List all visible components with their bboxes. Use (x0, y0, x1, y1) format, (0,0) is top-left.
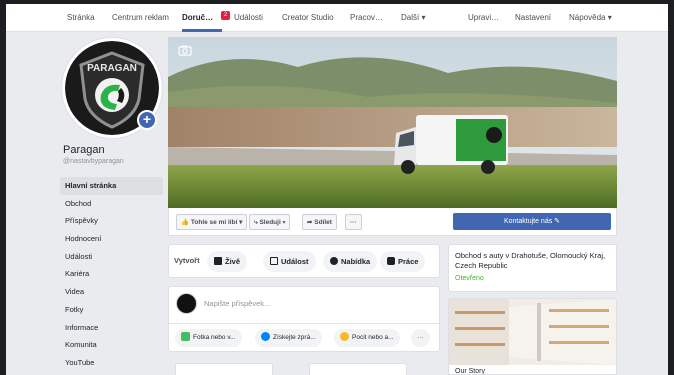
create-job-button[interactable]: Práce (380, 251, 426, 272)
rss-icon: ⤷ (254, 219, 258, 226)
share-icon: ➦ (307, 219, 313, 226)
more-actions-button[interactable]: ··· (345, 214, 362, 230)
create-label: Vytvořt (174, 256, 200, 265)
nav-item-youtube[interactable]: YouTube (60, 354, 163, 372)
messenger-icon (261, 332, 270, 341)
tab-edit[interactable]: Upravi… (468, 4, 499, 32)
get-messages-button[interactable]: Získejte zprá... (255, 329, 322, 347)
open-status: Otevřeno (455, 275, 484, 282)
video-camera-icon (214, 257, 222, 265)
briefcase-icon (387, 257, 395, 265)
nav-item-photos[interactable]: Fotky (60, 301, 163, 319)
contact-us-button[interactable]: Kontaktujte nás ✎ (453, 213, 611, 230)
active-tab-indicator (182, 29, 222, 32)
nav-item-videos[interactable]: Videa (60, 283, 163, 301)
go-live-button[interactable]: Živě (207, 251, 248, 272)
tab-help[interactable]: Nápověda ▾ (569, 4, 612, 32)
calendar-icon (270, 257, 278, 265)
nav-item-shop[interactable]: Obchod (60, 195, 163, 213)
composer-divider (169, 323, 439, 324)
notification-badge: 2 (221, 11, 230, 20)
tag-icon (330, 257, 338, 265)
camera-icon[interactable] (178, 45, 192, 56)
page-title: Paragan (63, 144, 105, 156)
create-bar: Vytvořt Živě Událost Nabídka Práce (168, 244, 440, 278)
tab-events[interactable]: Události (234, 4, 263, 32)
nav-item-home[interactable]: Hlavní stránka (60, 177, 163, 195)
photo-video-button[interactable]: Fotka nebo v... (175, 329, 242, 347)
composer-more-button[interactable]: ··· (411, 329, 430, 347)
page-top-nav: Stránka Centrum reklam Doruč… 2 Události… (6, 4, 668, 32)
follow-button[interactable]: ⤷ Sleduji ▾ (249, 214, 291, 230)
story-image (449, 299, 616, 365)
cover-photo[interactable] (168, 37, 617, 208)
page-username[interactable]: @nastavbyparagan (63, 158, 124, 165)
our-story-card[interactable]: Our Story (448, 298, 617, 375)
nav-item-reviews[interactable]: Hodnocení (60, 230, 163, 248)
create-offer-button[interactable]: Nabídka (323, 251, 378, 272)
like-button[interactable]: 👍 Tohle se mi líbí ▾ (176, 214, 248, 230)
left-navigation: Hlavní stránka Obchod Příspěvky Hodnocen… (60, 177, 163, 372)
tab-settings[interactable]: Nastavení (515, 4, 551, 32)
share-button[interactable]: ➦ Sdílet (302, 214, 337, 230)
nav-item-about[interactable]: Informace (60, 319, 163, 337)
create-event-button[interactable]: Událost (263, 251, 316, 272)
feeling-activity-button[interactable]: Pocit nebo a... (334, 329, 400, 347)
tab-page[interactable]: Stránka (67, 4, 95, 32)
nav-item-posts[interactable]: Příspěvky (60, 212, 163, 230)
tab-jobs[interactable]: Pracov… (350, 4, 383, 32)
post-composer: Napište příspěvek... Fotka nebo v... Zís… (168, 286, 440, 352)
post-input[interactable]: Napište příspěvek... (204, 299, 270, 308)
photo-icon (181, 332, 190, 341)
next-card-stub (309, 363, 407, 375)
window-frame-left (0, 0, 6, 375)
story-title: Our Story (455, 368, 485, 375)
tab-ad-center[interactable]: Centrum reklam (112, 4, 169, 32)
nav-item-community[interactable]: Komunita (60, 336, 163, 354)
tab-inbox[interactable]: Doruč… (182, 4, 213, 32)
logo-wordmark: PARAGAN (87, 63, 137, 74)
add-photo-button[interactable]: + (137, 110, 157, 130)
window-frame-right (668, 0, 674, 375)
nav-item-events[interactable]: Události (60, 248, 163, 266)
business-info-card: Obchod s auty v Drahotuše, Olomoucký Kra… (448, 244, 617, 292)
tab-creator-studio[interactable]: Creator Studio (282, 4, 334, 32)
composer-avatar (176, 293, 197, 314)
next-card-stub (175, 363, 273, 375)
thumbs-up-icon: 👍 (181, 219, 190, 226)
nav-item-career[interactable]: Kariéra (60, 265, 163, 283)
smiley-icon (340, 332, 349, 341)
tab-more[interactable]: Další ▾ (401, 4, 425, 32)
business-address[interactable]: Obchod s auty v Drahotuše, Olomoucký Kra… (455, 251, 615, 271)
cover-image (168, 37, 617, 208)
